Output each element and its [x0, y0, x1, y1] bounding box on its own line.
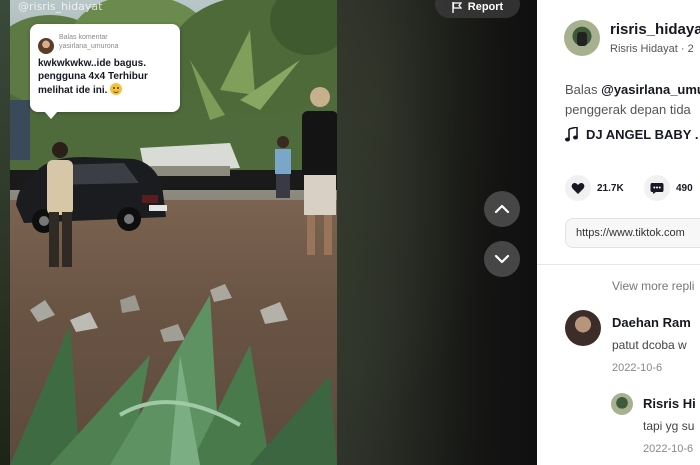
author-avatar[interactable] [564, 20, 600, 56]
comment-stat[interactable]: 490 [644, 175, 693, 201]
chevron-down-icon [494, 254, 510, 264]
reply-commenter-avatar [38, 38, 54, 54]
video-scene-person-left [47, 142, 73, 267]
reply-author-avatar[interactable] [611, 393, 633, 415]
music-note-icon [565, 127, 578, 142]
video-player-area[interactable]: @risris_hidayat Balas komentar yasirlana… [0, 0, 537, 465]
reply-date: 2022-10-6 [643, 443, 694, 455]
commenter-avatar[interactable] [565, 310, 601, 346]
video-scene-ferns [10, 295, 337, 465]
section-divider [537, 264, 700, 265]
video-scene-person-right [302, 87, 337, 255]
flag-icon [452, 1, 462, 13]
reply-bubble-username: yasirlana_umurona [59, 43, 119, 50]
reply-text: tapi yg su [643, 419, 695, 433]
like-stat[interactable]: 21.7K [565, 175, 624, 201]
heart-icon [571, 182, 585, 194]
caption-mention[interactable]: @yasirlana_umu [601, 82, 700, 97]
commenter-name[interactable]: Daehan Ram [612, 315, 691, 330]
music-info[interactable]: DJ ANGEL BABY . [565, 127, 698, 142]
music-title: DJ ANGEL BABY . [586, 127, 699, 142]
blurred-background-right [337, 0, 537, 465]
previous-video-button[interactable] [484, 191, 520, 227]
comment-button[interactable] [644, 175, 670, 201]
caption-prefix: Balas [565, 82, 602, 97]
like-count: 21.7K [597, 182, 624, 194]
view-more-replies-link[interactable]: View more repli [612, 279, 694, 293]
chevron-up-icon [494, 204, 510, 214]
reply-bubble-text: kwkwkwkw..ide bagus. pengguna 4x4 Terhib… [38, 58, 148, 96]
smiley-emoji-icon [110, 83, 123, 95]
tiktok-viewer: @risris_hidayat Balas komentar yasirlana… [0, 0, 700, 465]
share-url-field[interactable]: https://www.tiktok.com [565, 218, 700, 248]
report-label: Report [467, 1, 504, 13]
blurred-background-left [0, 0, 10, 465]
video-scene-person-background [275, 136, 291, 198]
reply-bubble-label: Balas komentar [59, 34, 108, 41]
reply-comment-bubble: Balas komentar yasirlana_umurona kwkwkwk… [30, 24, 180, 119]
like-button[interactable] [565, 175, 591, 201]
report-button[interactable]: Report [435, 0, 520, 18]
author-info[interactable]: risris_hidaya Risris Hidayat · 2 [564, 20, 700, 56]
video-watermark: @risris_hidayat [18, 0, 103, 13]
next-video-button[interactable] [484, 241, 520, 277]
comment-text: patut dcoba w [612, 338, 687, 352]
caption-line-2: penggerak depan tida [565, 102, 691, 117]
comment-bubble-icon [650, 183, 664, 194]
video-caption: Balas @yasirlana_umu penggerak depan tid… [565, 80, 700, 120]
details-panel: risris_hidaya Risris Hidayat · 2 Balas @… [537, 0, 700, 465]
author-name-date: Risris Hidayat · 2 [610, 43, 694, 55]
comment-count: 490 [676, 182, 693, 194]
reply-author-name[interactable]: Risris Hi [643, 396, 696, 411]
author-handle[interactable]: risris_hidaya [610, 20, 700, 40]
comment-date: 2022-10-6 [612, 362, 663, 374]
